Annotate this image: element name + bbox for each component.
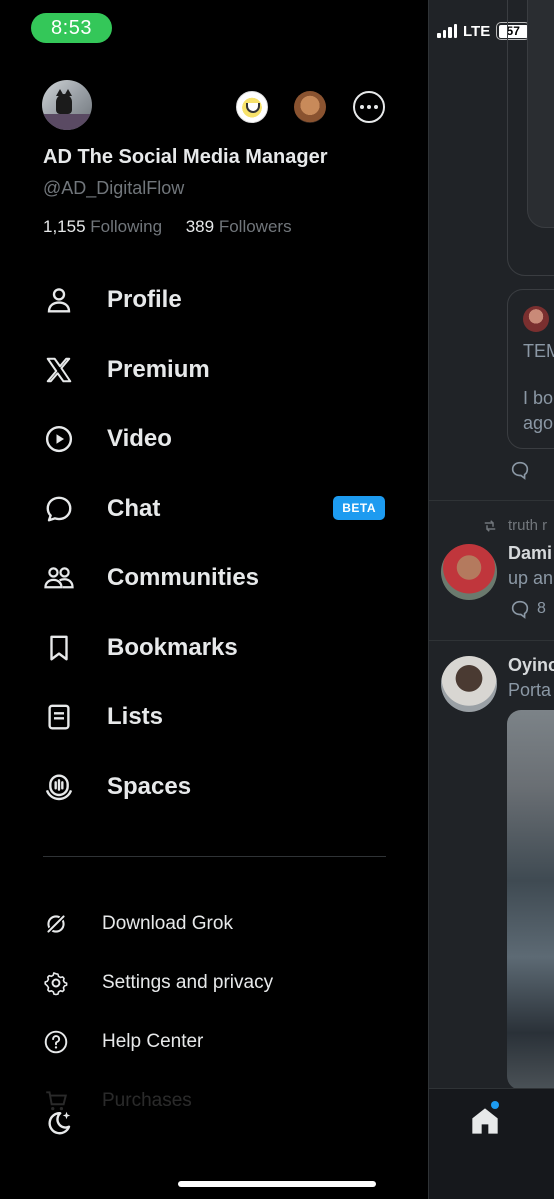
notification-dot xyxy=(491,1101,499,1109)
nav-label: Video xyxy=(107,425,172,452)
nav-label: Bookmarks xyxy=(107,634,238,661)
network-label: LTE xyxy=(463,22,491,40)
nav-item-premium[interactable]: Premium xyxy=(42,350,388,390)
nav-label: Lists xyxy=(107,703,164,730)
nav-item-communities[interactable]: Communities xyxy=(42,558,388,598)
reply-count: 8 xyxy=(537,600,546,617)
avatar[interactable] xyxy=(441,544,497,600)
nav-item-bookmarks[interactable]: Bookmarks xyxy=(42,628,388,668)
nav-label: Profile xyxy=(107,286,182,313)
quoted-avatar xyxy=(523,306,549,332)
post-media-image[interactable] xyxy=(507,710,554,1090)
gear-icon xyxy=(42,969,70,997)
follow-stats: 1,155 Following 389 Followers xyxy=(43,217,292,237)
more-accounts-button[interactable] xyxy=(353,91,385,123)
x-logo-icon xyxy=(42,353,76,387)
cellular-signal-icon xyxy=(437,24,457,38)
avatar[interactable] xyxy=(441,656,497,712)
menu-item-download-grok[interactable]: Download Grok xyxy=(42,907,388,941)
home-icon[interactable] xyxy=(469,1105,501,1137)
beta-badge: BETA xyxy=(333,496,385,520)
moon-sparkle-icon xyxy=(48,1111,71,1135)
followers-label: Followers xyxy=(218,217,292,236)
menu-label: Settings and privacy xyxy=(102,972,274,993)
post-author-name[interactable]: Dami xyxy=(508,543,552,564)
following-count: 1,155 xyxy=(43,217,86,236)
avatar-cat xyxy=(56,89,72,114)
help-icon xyxy=(42,1028,70,1056)
user-handle: @AD_DigitalFlow xyxy=(43,178,185,198)
nav-label: Communities xyxy=(107,564,260,591)
menu-item-settings[interactable]: Settings and privacy xyxy=(42,966,388,1000)
display-name[interactable]: AD The Social Media Manager xyxy=(43,146,328,169)
nav-item-chat[interactable]: Chat BETA xyxy=(42,489,388,529)
play-circle-icon xyxy=(42,422,76,456)
spaces-icon xyxy=(42,770,76,804)
bottom-tab-bar xyxy=(429,1088,554,1199)
nav-item-profile[interactable]: Profile xyxy=(42,280,388,320)
switch-account-avatar[interactable] xyxy=(236,91,268,123)
quoted-text-line: ago xyxy=(523,413,554,433)
menu-label: Help Center xyxy=(102,1031,204,1052)
nav-label: Chat xyxy=(107,495,161,522)
chat-bubble-icon xyxy=(42,492,76,526)
repost-label: truth r xyxy=(508,517,548,534)
home-indicator-bar[interactable] xyxy=(178,1181,376,1187)
reply-icon[interactable] xyxy=(509,459,531,481)
following-link[interactable]: 1,155 Following xyxy=(43,217,162,236)
avatar-desk xyxy=(42,114,92,130)
status-time: 8:53 xyxy=(31,13,112,43)
nav-label: Premium xyxy=(107,356,210,383)
background-timeline[interactable]: LTE 57 TEM I bo ago truth r Dami up an 8… xyxy=(428,0,554,1199)
followers-count: 389 xyxy=(185,217,215,236)
quoted-text-line: I bo xyxy=(523,388,554,408)
avatar[interactable] xyxy=(42,80,92,130)
nav-label: Spaces xyxy=(107,773,192,800)
grok-icon xyxy=(42,910,70,938)
feed-divider xyxy=(429,640,554,641)
followers-link[interactable]: 389 Followers xyxy=(186,217,292,236)
feed-divider xyxy=(429,500,554,501)
reply-icon[interactable] xyxy=(509,598,531,620)
feed-media-card xyxy=(527,0,554,228)
post-author-name[interactable]: Oyinc xyxy=(508,655,554,676)
quoted-text-line: TEM xyxy=(523,341,554,361)
menu-item-help-center[interactable]: Help Center xyxy=(42,1025,388,1059)
post-text: Porta xyxy=(508,680,552,700)
bookmark-icon xyxy=(42,631,76,665)
nav-item-lists[interactable]: Lists xyxy=(42,697,388,737)
communities-icon xyxy=(42,561,76,595)
menu-item-purchases[interactable]: Purchases xyxy=(42,1084,388,1118)
nav-item-video[interactable]: Video xyxy=(42,419,388,459)
switch-account-avatar[interactable] xyxy=(294,91,326,123)
section-divider xyxy=(43,856,386,857)
nav-item-spaces[interactable]: Spaces xyxy=(42,767,388,807)
following-label: Following xyxy=(90,217,163,236)
person-icon xyxy=(42,283,76,317)
theme-toggle-button[interactable] xyxy=(42,1106,76,1140)
repost-icon xyxy=(484,520,496,532)
menu-label: Download Grok xyxy=(102,913,233,934)
menu-label: Purchases xyxy=(102,1090,192,1111)
list-icon xyxy=(42,700,76,734)
side-drawer: 8:53 AD The Social Media Manager @AD_Dig… xyxy=(0,0,428,1199)
post-text: up an xyxy=(508,568,554,588)
